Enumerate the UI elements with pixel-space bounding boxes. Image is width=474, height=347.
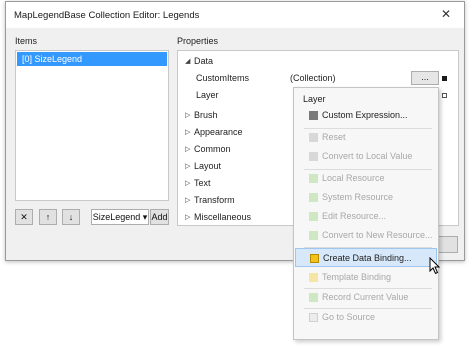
- item-type-select[interactable]: SizeLegend ▾: [91, 209, 149, 225]
- menu-item-convert-to-local-value[interactable]: Convert to Local Value: [295, 147, 437, 166]
- category-data[interactable]: ◢ Data: [178, 53, 458, 70]
- move-down-button[interactable]: ↓: [62, 209, 80, 225]
- property-marker-icon[interactable]: [442, 76, 447, 81]
- property-customitems[interactable]: CustomItems (Collection) ...: [178, 70, 458, 87]
- expanded-arrow-icon[interactable]: ◢: [185, 53, 190, 70]
- list-item[interactable]: [0] SizeLegend: [17, 52, 167, 66]
- category-label: Data: [194, 56, 214, 66]
- mouse-cursor-icon: [429, 257, 441, 275]
- category-label: Miscellaneous: [194, 212, 252, 222]
- collapsed-arrow-icon[interactable]: ▷: [185, 107, 190, 124]
- category-label: Appearance: [194, 127, 243, 137]
- category-label: Common: [194, 144, 231, 154]
- ellipsis-button[interactable]: ...: [411, 71, 439, 85]
- close-icon[interactable]: ✕: [436, 6, 456, 22]
- collapsed-arrow-icon[interactable]: ▷: [185, 175, 190, 192]
- disabled-square-icon: [309, 133, 318, 142]
- collapsed-arrow-icon[interactable]: ▷: [185, 158, 190, 175]
- green-square-icon: [309, 174, 318, 183]
- yellow-square-icon: [309, 273, 318, 282]
- property-context-menu: Layer Custom Expression... Reset Convert…: [293, 87, 439, 340]
- category-label: Transform: [194, 195, 235, 205]
- window-title: MapLegendBase Collection Editor: Legends: [14, 10, 200, 21]
- menu-item-convert-to-new-resource[interactable]: Convert to New Resource...: [295, 226, 437, 245]
- disabled-square-icon: [309, 313, 318, 322]
- disabled-square-icon: [309, 152, 318, 161]
- green-square-icon: [309, 293, 318, 302]
- items-list[interactable]: [0] SizeLegend: [15, 50, 169, 201]
- menu-item-local-resource[interactable]: Local Resource: [295, 169, 437, 188]
- yellow-square-icon: [310, 254, 319, 263]
- menu-item-custom-expression[interactable]: Custom Expression...: [295, 106, 437, 125]
- green-square-icon: [309, 212, 318, 221]
- menu-item-template-binding[interactable]: Template Binding: [295, 268, 437, 287]
- menu-header: Layer: [303, 94, 326, 104]
- menu-item-create-data-binding[interactable]: Create Data Binding...: [295, 248, 437, 267]
- property-marker-icon[interactable]: [442, 93, 447, 98]
- add-button[interactable]: Add: [150, 209, 169, 225]
- property-name: CustomItems: [196, 73, 250, 83]
- menu-item-go-to-source[interactable]: Go to Source: [295, 308, 437, 327]
- menu-item-edit-resource[interactable]: Edit Resource...: [295, 207, 437, 226]
- items-label: Items: [15, 36, 38, 46]
- menu-item-reset[interactable]: Reset: [295, 128, 437, 147]
- gray-square-icon: [309, 111, 318, 120]
- green-square-icon: [309, 231, 318, 240]
- title-bar: MapLegendBase Collection Editor: Legends…: [6, 2, 464, 28]
- collapsed-arrow-icon[interactable]: ▷: [185, 192, 190, 209]
- collapsed-arrow-icon[interactable]: ▷: [185, 124, 190, 141]
- property-value: (Collection): [290, 73, 336, 83]
- properties-label: Properties: [177, 36, 219, 46]
- menu-item-record-current-value[interactable]: Record Current Value: [295, 288, 437, 307]
- menu-item-system-resource[interactable]: System Resource: [295, 188, 437, 207]
- category-label: Layout: [194, 161, 222, 171]
- remove-button[interactable]: ✕: [15, 209, 33, 225]
- category-label: Brush: [194, 110, 218, 120]
- collapsed-arrow-icon[interactable]: ▷: [185, 141, 190, 158]
- property-name: Layer: [196, 90, 219, 100]
- collapsed-arrow-icon[interactable]: ▷: [185, 209, 190, 226]
- category-label: Text: [194, 178, 211, 188]
- move-up-button[interactable]: ↑: [39, 209, 57, 225]
- green-square-icon: [309, 193, 318, 202]
- dialog-button-partial[interactable]: [436, 236, 458, 253]
